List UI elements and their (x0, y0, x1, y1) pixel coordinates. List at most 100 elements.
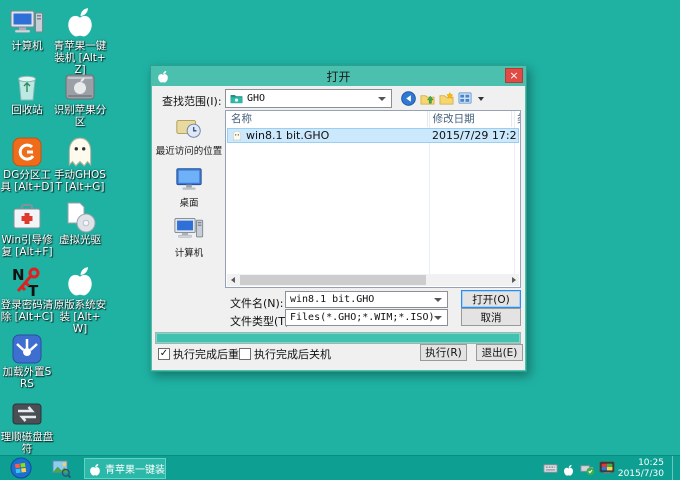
desktop-icon-label: 登录密码清除 [Alt+C] (0, 300, 54, 324)
srs-icon (10, 332, 44, 366)
scrollbar-thumb[interactable] (240, 275, 426, 285)
sidebar-item-label: 计算机 (175, 245, 204, 259)
computer-icon (174, 214, 204, 244)
disk-order-icon (10, 397, 44, 431)
file-list-header: 名称 修改日期 类型 (226, 111, 520, 127)
desktop-icon-label: DG分区工具 [Alt+D] (0, 170, 54, 194)
cancel-button[interactable]: 取消 (461, 308, 521, 326)
hdd-apple-icon (63, 70, 97, 104)
show-desktop-button[interactable] (672, 456, 680, 480)
up-one-level-button[interactable] (420, 91, 435, 106)
exit-button[interactable]: 退出(E) (476, 344, 523, 361)
desktop-icon-label: 计算机 (11, 41, 43, 53)
clock-time: 10:25 (608, 458, 664, 469)
clock-date: 2015/7/30 (608, 469, 664, 480)
exit-button-label: 退出(E) (482, 345, 518, 360)
shutdown-checkbox-group[interactable]: 执行完成后关机 (239, 346, 331, 362)
desktop-icon-label: 识别苹果分区 (53, 105, 107, 129)
left-arrow-icon (231, 277, 235, 283)
desktop-icon-label: 加载外置SRS (0, 367, 54, 391)
progress-bar (155, 332, 521, 344)
cancel-button-label: 取消 (481, 310, 502, 325)
file-name: win8.1 bit.GHO (246, 129, 329, 142)
desktop-icon-green-apple-installer[interactable]: 青苹果一键装机 [Alt+Z] (53, 6, 107, 76)
desktop-icon-recycle-bin[interactable]: 回收站 (0, 70, 54, 117)
white-apple-icon (63, 265, 97, 299)
view-menu-button[interactable] (458, 91, 473, 106)
taskbar-clock[interactable]: 10:25 2015/7/30 (608, 458, 664, 479)
desktop[interactable]: 计算机 回收站 DG分区工具 [Alt+D] Win引导修复 [Alt+F] 登… (0, 0, 680, 480)
scroll-left-arrow[interactable] (227, 274, 238, 286)
restart-checkbox-group[interactable]: ✓ 执行完成后重启 (158, 346, 250, 362)
open-dialog: 打开 × 查找范围(I): GHO 最近访问的位置 (150, 65, 527, 372)
filetype-label: 文件类型(T): (230, 313, 293, 329)
sidebar-item-label: 最近访问的位置 (156, 143, 223, 157)
desktop-icon-label: 理顺磁盘盘符 (0, 432, 54, 456)
shutdown-checkbox[interactable] (239, 348, 251, 360)
desktop-icon-detect-apple-partition[interactable]: 识别苹果分区 (53, 70, 107, 129)
open-button[interactable]: 打开(O) (461, 290, 521, 308)
close-button[interactable]: × (505, 68, 523, 83)
right-arrow-icon (512, 277, 516, 283)
sidebar-item-label: 桌面 (179, 195, 198, 209)
filetype-value: Files(*.GHO;*.WIM;*.ISO) (290, 312, 435, 323)
file-list[interactable]: 名称 修改日期 类型 win8.1 bit.GHO 2015/7/29 17:2… (225, 110, 521, 288)
desktop-icon-dg-partition[interactable]: DG分区工具 [Alt+D] (0, 135, 54, 194)
nt-key-icon (10, 265, 44, 299)
usb-safely-remove-icon[interactable] (580, 461, 595, 476)
check-icon: ✓ (160, 348, 168, 359)
restart-checkbox[interactable]: ✓ (158, 348, 170, 360)
ghost-icon (63, 135, 97, 169)
desktop-icon-computer[interactable]: 计算机 (0, 6, 54, 53)
dropdown-arrow-icon (434, 316, 442, 320)
back-button[interactable] (401, 91, 416, 106)
dropdown-arrow-icon (434, 298, 442, 302)
execute-button[interactable]: 执行(R) (420, 344, 467, 361)
column-header-name[interactable]: 名称 (226, 111, 428, 127)
input-method-icon[interactable] (543, 461, 558, 476)
desktop-icon-label: 回收站 (11, 105, 43, 117)
computer-icon (10, 6, 44, 40)
column-header-date[interactable]: 修改日期 (428, 111, 512, 127)
execute-button-label: 执行(R) (425, 345, 462, 360)
new-folder-button[interactable] (439, 91, 454, 106)
folder-icon (230, 92, 243, 105)
desktop-icon-password-clear[interactable]: 登录密码清除 [Alt+C] (0, 265, 54, 324)
dialog-toolbar (401, 91, 484, 106)
app-apple-icon (156, 69, 170, 83)
file-row-selected[interactable]: win8.1 bit.GHO 2015/7/29 17:27 (227, 128, 519, 143)
recycle-bin-icon (10, 70, 44, 104)
dialog-titlebar[interactable]: 打开 × (151, 66, 526, 86)
green-apple-tray-icon[interactable] (562, 462, 575, 475)
virtual-cd-icon (63, 200, 97, 234)
picture-viewer-icon[interactable] (52, 459, 71, 478)
first-aid-icon (10, 200, 44, 234)
shutdown-checkbox-label: 执行完成后关机 (254, 346, 331, 362)
look-in-combobox[interactable]: GHO (225, 89, 392, 108)
look-in-value: GHO (247, 93, 265, 104)
sidebar-item-recent-places[interactable]: 最近访问的位置 (156, 112, 222, 157)
sidebar-item-computer[interactable]: 计算机 (156, 214, 222, 259)
desktop-icon-original-system-install[interactable]: 原版系统安装 [Alt+W] (53, 265, 107, 335)
filename-combobox[interactable]: win8.1 bit.GHO (285, 291, 448, 308)
dialog-client-area: 查找范围(I): GHO 最近访问的位置 桌面 (152, 86, 525, 370)
horizontal-scrollbar[interactable] (227, 274, 519, 286)
sidebar-item-desktop[interactable]: 桌面 (156, 164, 222, 209)
view-menu-caret-icon[interactable] (478, 97, 484, 101)
white-apple-icon (63, 6, 97, 40)
filetype-combobox[interactable]: Files(*.GHO;*.WIM;*.ISO) (285, 309, 448, 326)
taskbar: 青苹果一键装机 10:25 2015/7/30 (0, 455, 680, 480)
desktop-icon-manual-ghost[interactable]: 手动GHOST [Alt+G] (53, 135, 107, 194)
white-apple-icon (88, 462, 102, 476)
desktop-icon-label: Win引导修复 [Alt+F] (0, 235, 54, 259)
start-button[interactable] (10, 457, 32, 479)
desktop-icon-win-boot-repair[interactable]: Win引导修复 [Alt+F] (0, 200, 54, 259)
desktop-icon-virtual-cd[interactable]: 虚拟光驱 (53, 200, 107, 247)
filename-value: win8.1 bit.GHO (290, 294, 374, 305)
close-icon: × (509, 69, 518, 82)
dg-partition-icon (10, 135, 44, 169)
taskbar-app-button[interactable]: 青苹果一键装机 (84, 458, 166, 479)
desktop-icon-disk-order[interactable]: 理顺磁盘盘符 (0, 397, 54, 456)
scroll-right-arrow[interactable] (508, 274, 519, 286)
desktop-icon-load-srs[interactable]: 加载外置SRS (0, 332, 54, 391)
